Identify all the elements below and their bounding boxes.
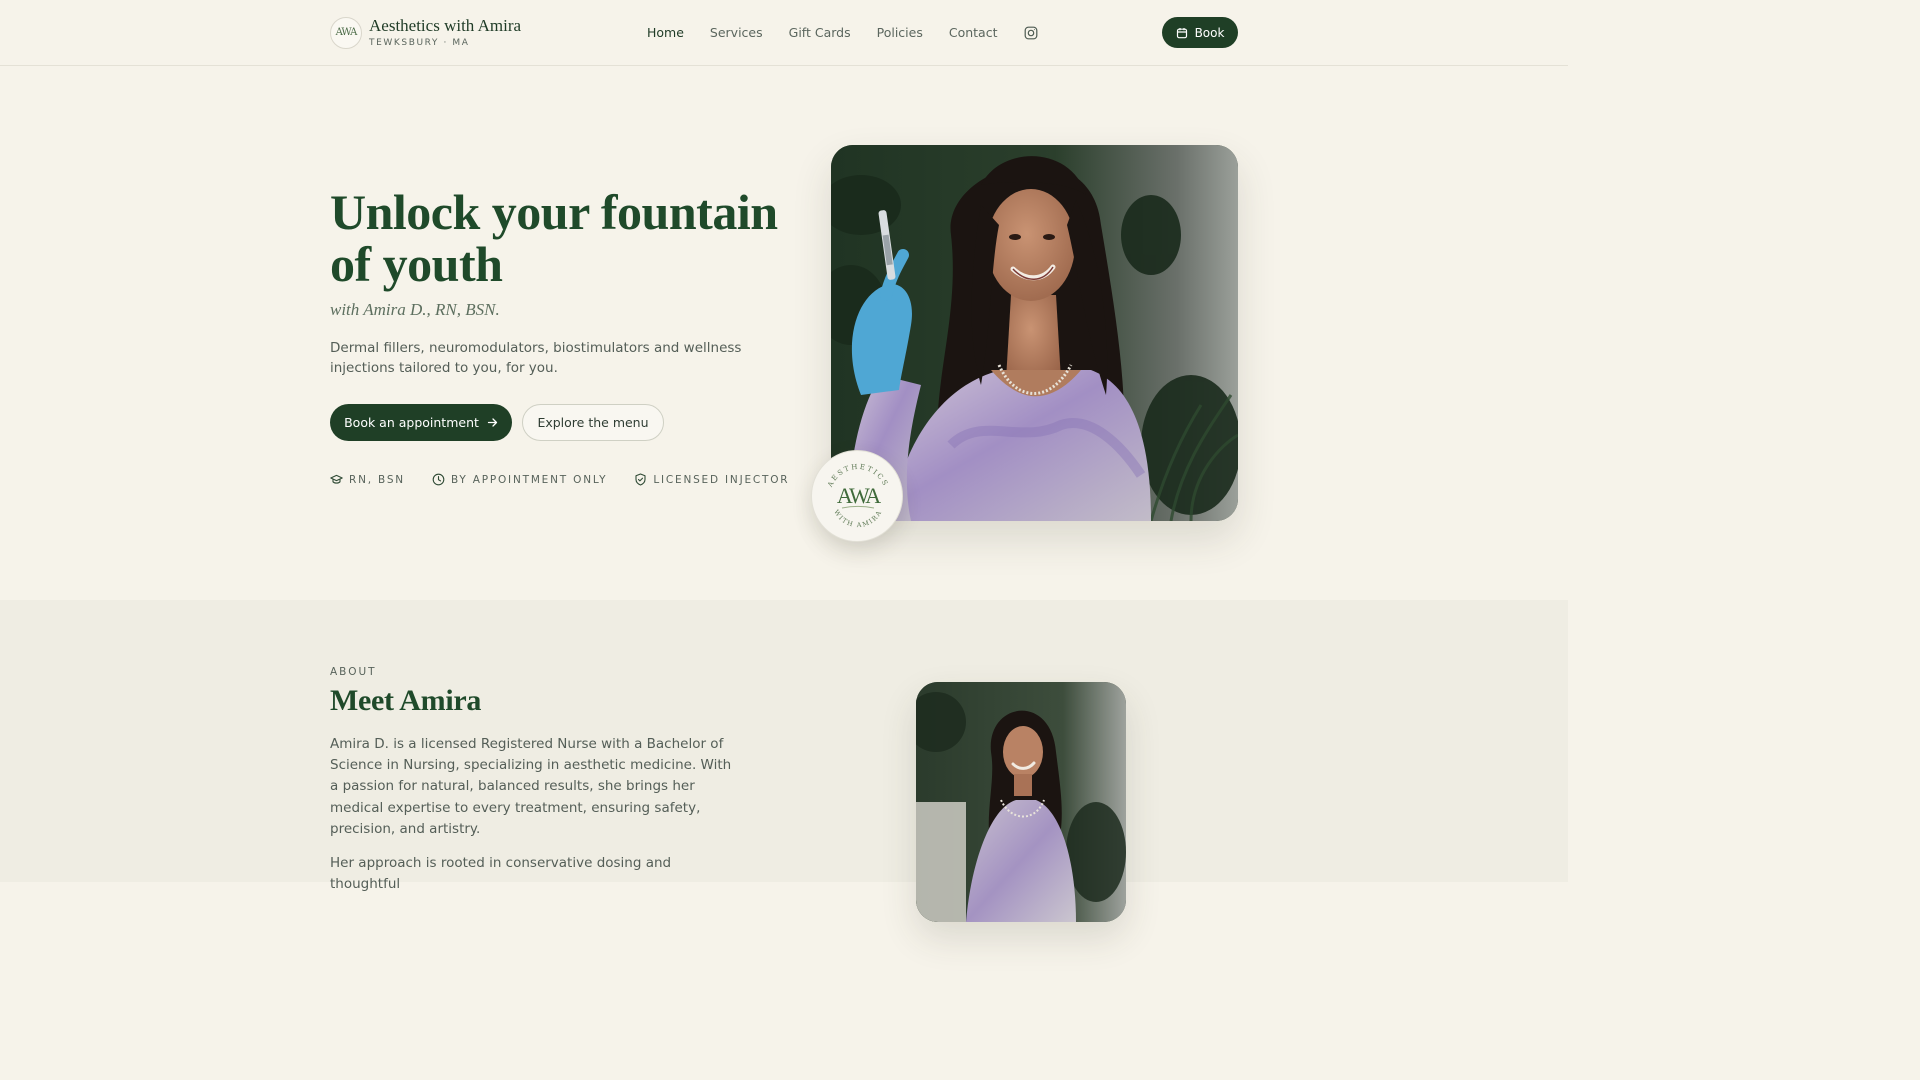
- calendar-icon: [1176, 27, 1187, 38]
- nav-contact[interactable]: Contact: [949, 24, 998, 41]
- shield-check-icon: [635, 473, 646, 486]
- hero-description: Dermal fillers, neuromodulators, biostim…: [330, 340, 742, 376]
- explore-menu-label: Explore the menu: [537, 415, 649, 430]
- about-title: Meet Amira: [330, 684, 482, 717]
- header-book-label: Book: [1194, 25, 1225, 40]
- clock-icon: [432, 473, 445, 486]
- seal-monogram: AWA: [837, 483, 881, 508]
- book-appointment-button[interactable]: Book an appointment: [330, 404, 512, 441]
- about-portrait-photo: [916, 682, 1126, 922]
- nav-policies[interactable]: Policies: [877, 24, 923, 41]
- about-paragraph-1: Amira D. is a licensed Registered Nurse …: [330, 736, 732, 837]
- brand[interactable]: AWA Aesthetics with Amira TEWKSBURY · MA: [330, 16, 521, 49]
- nav-home[interactable]: Home: [647, 24, 684, 41]
- site-header: AWA Aesthetics with Amira TEWKSBURY · MA…: [0, 0, 1568, 66]
- badge-appointment-only: BY APPOINTMENT ONLY: [432, 473, 607, 486]
- explore-menu-button[interactable]: Explore the menu: [522, 404, 664, 441]
- brand-location: TEWKSBURY · MA: [369, 38, 470, 48]
- arrow-right-icon: [487, 418, 498, 427]
- brand-seal-logo: AESTHETICS WITH AMIRA AWA: [811, 450, 903, 542]
- header-book-button[interactable]: Book: [1162, 17, 1238, 48]
- instagram-icon[interactable]: [1024, 26, 1038, 40]
- svg-text:WITH AMIRA: WITH AMIRA: [832, 508, 884, 529]
- nav-services[interactable]: Services: [710, 24, 763, 41]
- credential-badges: RN, BSN BY APPOINTMENT ONLY LICENSED INJ…: [330, 473, 816, 486]
- about-eyebrow: ABOUT: [330, 666, 377, 678]
- main-nav: Home Services Gift Cards Policies Contac…: [647, 24, 1038, 41]
- badge-rn-bsn: RN, BSN: [330, 473, 405, 486]
- about-paragraph-2: Her approach is rooted in conservative d…: [330, 855, 672, 893]
- nav-gift-cards[interactable]: Gift Cards: [789, 24, 851, 41]
- book-appointment-label: Book an appointment: [344, 415, 479, 430]
- about-section: [0, 600, 1568, 882]
- hero-subtitle: with Amira D., RN, BSN.: [330, 300, 500, 319]
- seal-bottom-text: WITH AMIRA: [832, 508, 882, 529]
- brand-logo: AWA: [330, 16, 362, 49]
- graduation-cap-icon: [330, 474, 343, 484]
- badge-licensed-injector: LICENSED INJECTOR: [634, 473, 789, 486]
- brand-name: Aesthetics with Amira: [369, 16, 522, 35]
- hero-title: Unlock your fountain of youth: [330, 184, 778, 292]
